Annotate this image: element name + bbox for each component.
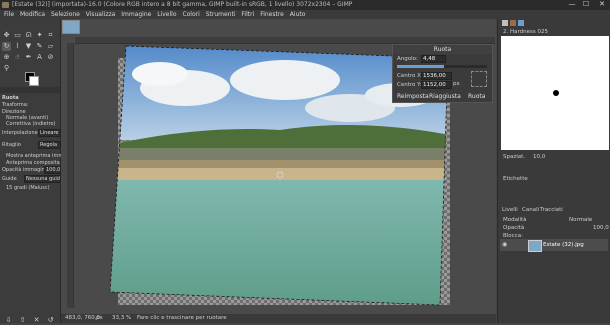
layer-name[interactable]: Estate (32).jpg: [543, 242, 584, 248]
center-y-label: Centro Y:: [397, 82, 422, 88]
angle-slider[interactable]: [397, 65, 487, 68]
channels-tab[interactable]: Canali: [522, 207, 539, 213]
tag-label: Etichette: [503, 176, 528, 182]
rotate-dialog: Ruota Angolo: 4,48 Centro X: 1536,00 Cen…: [392, 44, 493, 103]
unit-selector[interactable]: px: [96, 315, 103, 321]
layer-opacity-label: Opacità: [503, 225, 525, 231]
angle-field[interactable]: 4,48: [421, 55, 446, 63]
layer-mode-label: Modalità: [503, 217, 527, 223]
status-bar: 483,0, 760,0 px 33,3 % Fare clic e trasc…: [61, 314, 496, 323]
layer-thumbnail: [528, 240, 542, 252]
spacing-value[interactable]: 10,0: [533, 154, 545, 160]
layers-tab[interactable]: Livelli: [502, 207, 518, 213]
fonts-tab-icon[interactable]: [518, 20, 524, 26]
layer-mode-select[interactable]: Normale: [569, 217, 592, 223]
center-x-field[interactable]: 1536,00: [421, 72, 452, 80]
center-y-field[interactable]: 1152,00: [421, 81, 452, 89]
reset-button[interactable]: Reimposta: [397, 93, 429, 100]
readjust-button[interactable]: Riaggiusta: [429, 93, 461, 100]
rotate-button[interactable]: Ruota: [468, 93, 485, 100]
center-x-label: Centro X:: [397, 73, 423, 79]
angle-slider-fill: [397, 65, 444, 68]
layer-row[interactable]: ◉ Estate (32).jpg: [500, 239, 608, 252]
layer-opacity-value[interactable]: 100,0: [593, 225, 609, 231]
zoom-level[interactable]: 33,3 %: [112, 315, 131, 321]
center-chain-icon[interactable]: [471, 71, 487, 87]
unit-select[interactable]: px: [453, 81, 460, 87]
brush-name: 2. Hardness 025: [503, 29, 549, 35]
visibility-eye-icon[interactable]: ◉: [502, 241, 507, 248]
status-message: Fare clic e trascinare per ruotare: [137, 315, 227, 321]
brush-dot: [553, 90, 559, 96]
rotate-dialog-title: Ruota: [393, 45, 492, 54]
angle-label: Angolo:: [397, 56, 418, 62]
brushes-tab-icon[interactable]: [502, 20, 508, 26]
paths-tab[interactable]: Tracciati: [540, 207, 563, 213]
pointer-coords: 483,0, 760,0: [65, 315, 100, 321]
spacing-label: Spaziat.: [503, 154, 526, 160]
patterns-tab-icon[interactable]: [510, 20, 516, 26]
